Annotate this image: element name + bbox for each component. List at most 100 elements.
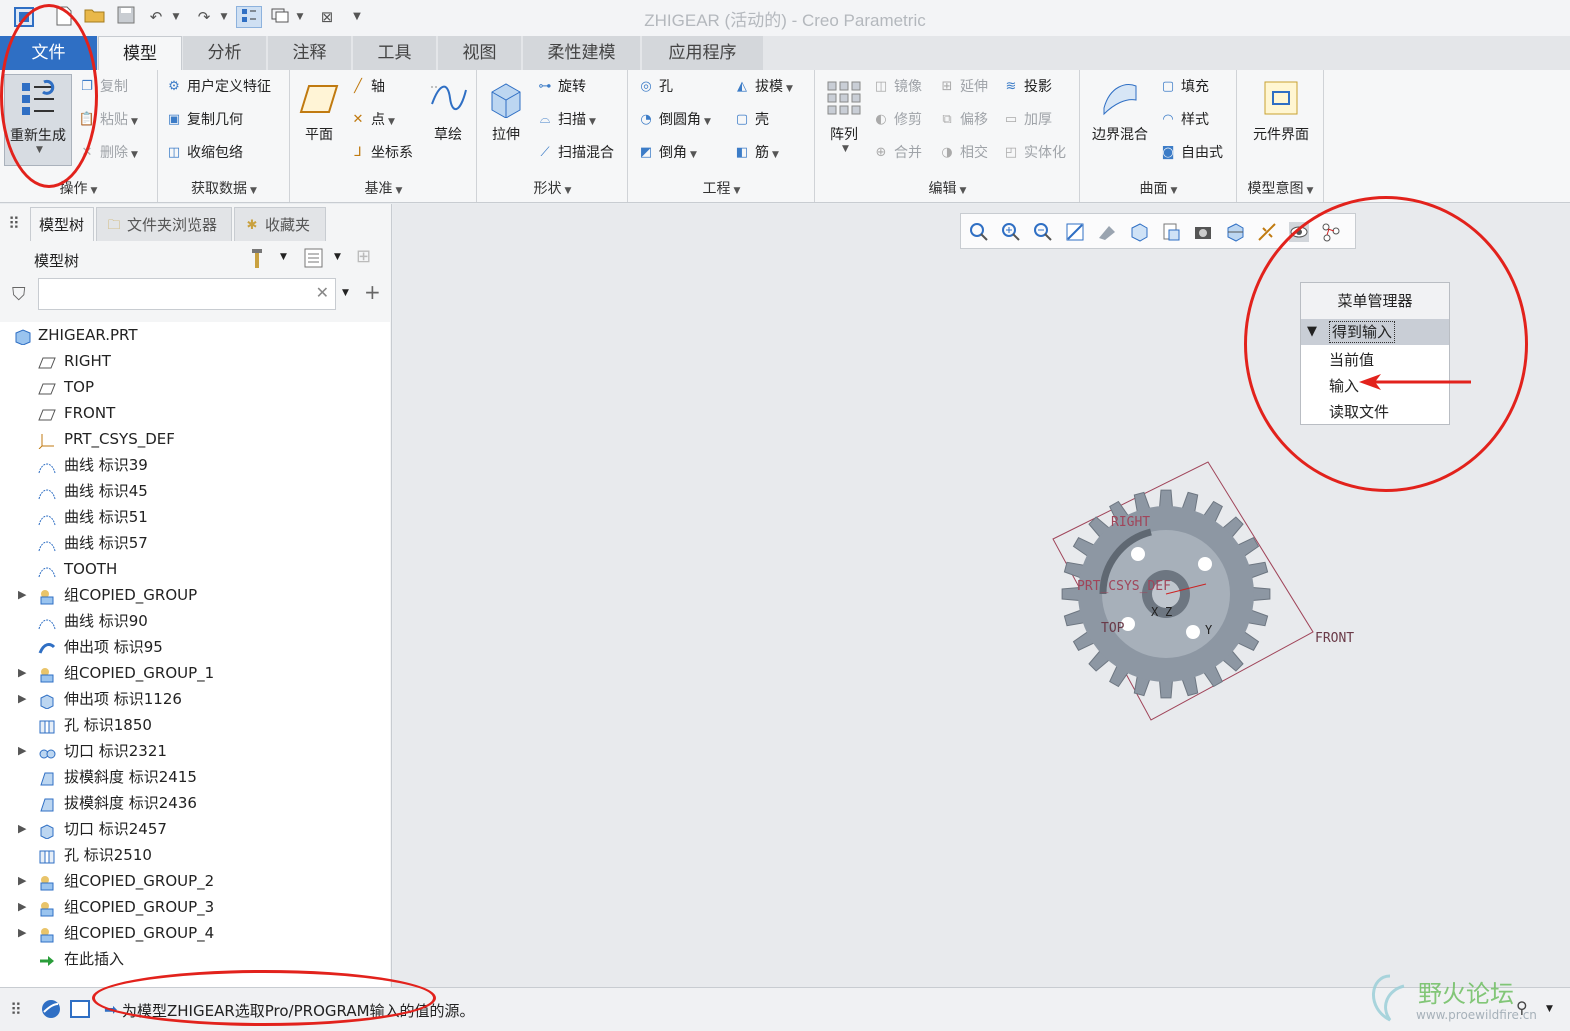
tree-item[interactable]: 在此插入 [0,946,390,972]
tree-item[interactable]: ▶ 组COPIED_GROUP_2 [0,868,390,894]
expand-arrow-icon[interactable]: ▶ [18,816,26,842]
browser-toggle-icon[interactable] [40,998,62,1020]
udf-button[interactable]: ⚙ 用户定义特征 [165,76,271,98]
sketch-button[interactable]: 草绘 [425,78,471,144]
tree-item[interactable]: 曲线 标识51 [0,504,390,530]
extrude-button[interactable]: 拉伸 [482,78,530,144]
group-engineering-label[interactable]: 工程 ▼ [629,178,814,198]
fullscreen-icon[interactable] [70,1000,90,1018]
section-icon[interactable] [1225,222,1245,242]
tree-item[interactable]: PRT_CSYS_DEF [0,426,390,452]
tab-view[interactable]: 视图 [438,36,522,70]
group-surfaces-label[interactable]: 曲面 ▼ [1081,178,1236,198]
expand-arrow-icon[interactable]: ▶ [18,894,26,920]
zoom-in-icon[interactable] [1001,222,1021,242]
boundary-blend-button[interactable]: 边界混合 [1085,78,1155,144]
revolve-button[interactable]: ⊶ 旋转 [536,76,587,98]
csys-button[interactable]: ⅃ 坐标系 [349,142,413,164]
tab-model-tree[interactable]: 模型树 [30,207,94,241]
tree-item[interactable]: FRONT [0,400,390,426]
rib-button[interactable]: ◧ 筋 ▼ [733,142,779,164]
axis-button[interactable]: ╱ 轴 [349,76,385,98]
zoom-out-icon[interactable] [1033,222,1053,242]
expand-arrow-icon[interactable]: ▶ [18,582,26,608]
group-datum-label[interactable]: 基准 ▼ [291,178,476,198]
datum-display-icon[interactable] [1257,222,1277,242]
merge-button[interactable]: ⊕ 合并 [872,142,922,164]
tree-item[interactable]: RIGHT [0,348,390,374]
hole-button[interactable]: ◎ 孔 [637,76,673,98]
group-operations-label[interactable]: 操作 ▼ [0,178,157,198]
view-manager-icon[interactable] [1161,222,1181,242]
tab-flexible-modeling[interactable]: 柔性建模 [523,36,641,70]
tree-item[interactable]: ▶ 组COPIED_GROUP_3 [0,894,390,920]
tree-item[interactable]: 曲线 标识90 [0,608,390,634]
clear-search-icon[interactable]: ✕ [316,283,329,302]
tree-item[interactable]: 拔模斜度 标识2415 [0,764,390,790]
add-filter-icon[interactable]: + [364,280,381,304]
tree-item[interactable]: 曲线 标识39 [0,452,390,478]
find-icon[interactable]: ⚲ [1516,998,1528,1017]
round-button[interactable]: ◔ 倒圆角 ▼ [637,109,711,131]
offset-button[interactable]: ⧉ 偏移 [938,109,988,131]
tab-analysis[interactable]: 分析 [183,36,267,70]
group-get-data-label[interactable]: 获取数据 ▼ [159,178,289,198]
trim-button[interactable]: ◐ 修剪 [872,109,922,131]
shell-button[interactable]: ▢ 壳 [733,109,769,131]
tree-item[interactable]: ▶ 组COPIED_GROUP_1 [0,660,390,686]
expand-arrow-icon[interactable]: ▶ [18,920,26,946]
tab-folder-browser[interactable]: 🗀 文件夹浏览器 [96,207,232,241]
tree-root[interactable]: ZHIGEAR.PRT [0,322,390,348]
chamfer-button[interactable]: ◩ 倒角 ▼ [637,142,697,164]
freestyle-button[interactable]: ◙ 自由式 [1159,142,1223,164]
tree-item[interactable]: TOOTH [0,556,390,582]
tree-item[interactable]: ▶ 切口 标识2457 [0,816,390,842]
draft-button[interactable]: ◭ 拔模 ▼ [733,76,793,98]
tab-model[interactable]: 模型 [98,36,182,70]
plane-button[interactable]: 平面 [297,78,341,144]
tree-item[interactable]: 伸出项 标识95 [0,634,390,660]
tree-item[interactable]: TOP [0,374,390,400]
tab-tools[interactable]: 工具 [353,36,437,70]
thicken-button[interactable]: ▭ 加厚 [1002,109,1052,131]
style-button[interactable]: ◠ 样式 [1159,109,1209,131]
extend-button[interactable]: ⊞ 延伸 [938,76,988,98]
tree-columns-dropdown-icon[interactable]: ▼ [334,252,341,262]
expand-arrow-icon[interactable]: ▶ [18,686,26,712]
group-model-intent-label[interactable]: 模型意图 ▼ [1238,178,1323,198]
gear-model[interactable]: RIGHT PRT_CSYS_DEF FRONT TOP X Z Y [1033,454,1373,734]
tree-item[interactable]: 曲线 标识57 [0,530,390,556]
filter-icon[interactable]: ⛉ [12,284,26,305]
tab-annotate[interactable]: 注释 [268,36,352,70]
project-button[interactable]: ≋ 投影 [1002,76,1052,98]
sweep-button[interactable]: ⌓ 扫描 ▼ [536,109,596,131]
tree-item[interactable]: ▶ 组COPIED_GROUP_4 [0,920,390,946]
solidify-button[interactable]: ◰ 实体化 [1002,142,1066,164]
point-button[interactable]: ✕ 点 ▼ [349,109,395,131]
navigator-toggle-icon[interactable]: ⠿ [10,1000,22,1019]
tab-favorites[interactable]: ✱ 收藏夹 [234,207,326,241]
navigator-icon[interactable]: ⠿ [8,214,20,233]
pattern-button[interactable]: 阵列 ▼ [820,78,868,154]
tree-search-field[interactable] [39,279,309,309]
refit-icon[interactable] [969,222,989,242]
fill-button[interactable]: ▢ 填充 [1159,76,1209,98]
tree-item[interactable]: 拔模斜度 标识2436 [0,790,390,816]
tree-item[interactable]: ▶ 组COPIED_GROUP [0,582,390,608]
tree-item[interactable]: 曲线 标识45 [0,478,390,504]
component-interface-button[interactable]: 元件界面 [1242,78,1320,144]
perspective-icon[interactable] [1193,222,1213,242]
tree-item[interactable]: 孔 标识1850 [0,712,390,738]
copy-geometry-button[interactable]: ▣ 复制几何 [165,109,243,131]
mirror-button[interactable]: ◫ 镜像 [872,76,922,98]
repaint-icon[interactable] [1065,222,1085,242]
tree-settings-dropdown-icon[interactable]: ▼ [280,252,287,262]
display-style-icon[interactable] [1097,222,1117,242]
selection-filter-dropdown-icon[interactable]: ▼ [1546,1004,1553,1014]
tree-columns-icon[interactable] [302,246,326,270]
shrinkwrap-button[interactable]: ◫ 收缩包络 [165,142,243,164]
expand-arrow-icon[interactable]: ▶ [18,738,26,764]
tree-item[interactable]: ▶ 伸出项 标识1126 [0,686,390,712]
search-dropdown-icon[interactable]: ▼ [342,288,349,298]
saved-orientations-icon[interactable] [1129,222,1149,242]
